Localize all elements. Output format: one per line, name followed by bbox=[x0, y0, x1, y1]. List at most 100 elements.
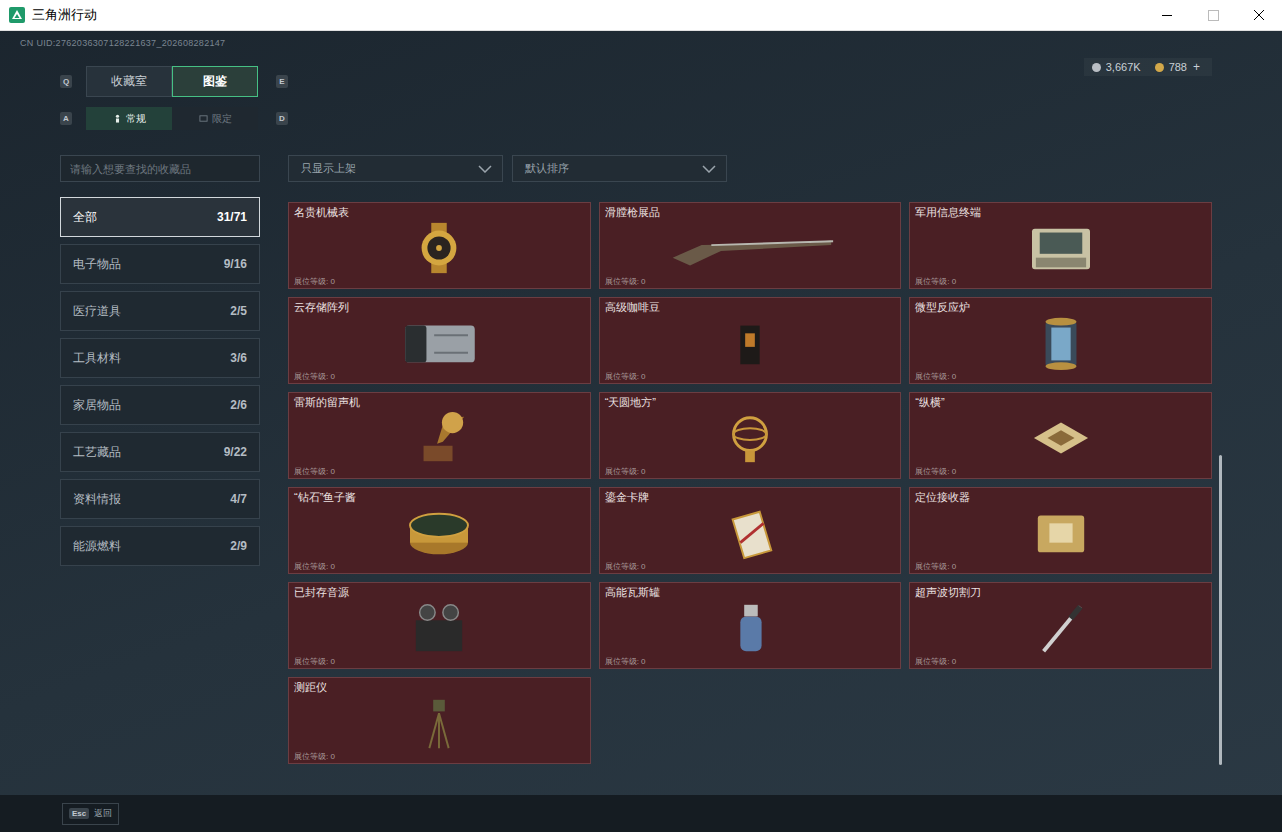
collectible-card[interactable]: 高级咖啡豆 展位等级: 0 bbox=[599, 297, 902, 384]
collectible-card[interactable]: “钻石”鱼子酱 展位等级: 0 bbox=[288, 487, 591, 574]
sub-tab[interactable]: 常规 bbox=[86, 107, 172, 130]
collection-screen: CN UID:2762036307128221637_202608282147 … bbox=[0, 31, 1282, 795]
title-bar: 三角洲行动 bbox=[0, 0, 1282, 31]
box-icon bbox=[199, 114, 208, 123]
main-tab[interactable]: 收藏室 bbox=[86, 66, 172, 97]
scrollbar[interactable] bbox=[1219, 455, 1222, 765]
item-name: 军用信息终端 bbox=[915, 205, 1206, 219]
category-item[interactable]: 工具材料 3/6 bbox=[60, 338, 260, 378]
item-image-icon bbox=[971, 599, 1151, 657]
search-input[interactable] bbox=[60, 155, 260, 182]
category-name: 医疗道具 bbox=[73, 303, 121, 320]
sub-tabs: 常规 限定 bbox=[86, 107, 258, 130]
uid-label: CN UID:2762036307128221637_202608282147 bbox=[20, 37, 1212, 49]
item-name: 鎏金卡牌 bbox=[605, 490, 896, 504]
category-count: 9/16 bbox=[224, 257, 247, 271]
main-tab[interactable]: 图鉴 bbox=[172, 66, 258, 97]
currency-bar: 3,667K 788 + bbox=[1084, 58, 1212, 76]
item-image-icon bbox=[971, 504, 1151, 562]
display-level: 展位等级: 0 bbox=[605, 372, 896, 382]
item-name: 名贵机械表 bbox=[294, 205, 585, 219]
display-level: 展位等级: 0 bbox=[915, 562, 1206, 572]
category-item[interactable]: 全部 31/71 bbox=[60, 197, 260, 237]
category-count: 31/71 bbox=[217, 210, 247, 224]
sub-tab[interactable]: 限定 bbox=[172, 107, 258, 130]
item-name: “钻石”鱼子酱 bbox=[294, 490, 585, 504]
collectible-card[interactable]: 雷斯的留声机 展位等级: 0 bbox=[288, 392, 591, 479]
filter-dropdown[interactable]: 只显示上架 bbox=[288, 155, 503, 182]
item-name: 云存储阵列 bbox=[294, 300, 585, 314]
maximize-icon[interactable] bbox=[1190, 0, 1236, 31]
currency-amount: 3,667K bbox=[1106, 61, 1141, 73]
close-icon[interactable] bbox=[1236, 0, 1282, 31]
category-name: 家居物品 bbox=[73, 397, 121, 414]
display-level: 展位等级: 0 bbox=[915, 372, 1206, 382]
app-logo-icon bbox=[9, 7, 25, 23]
collectible-card[interactable]: 已封存音源 展位等级: 0 bbox=[288, 582, 591, 669]
display-level: 展位等级: 0 bbox=[294, 372, 585, 382]
item-image-icon bbox=[349, 219, 529, 277]
category-name: 全部 bbox=[73, 209, 97, 226]
category-item[interactable]: 医疗道具 2/5 bbox=[60, 291, 260, 331]
item-image-icon bbox=[971, 409, 1151, 467]
category-name: 资料情报 bbox=[73, 491, 121, 508]
collectible-card[interactable]: 高能瓦斯罐 展位等级: 0 bbox=[599, 582, 902, 669]
collectible-card[interactable]: 微型反应炉 展位等级: 0 bbox=[909, 297, 1212, 384]
display-level: 展位等级: 0 bbox=[915, 467, 1206, 477]
collectible-card[interactable]: 名贵机械表 展位等级: 0 bbox=[288, 202, 591, 289]
display-level: 展位等级: 0 bbox=[605, 467, 896, 477]
item-image-icon bbox=[660, 599, 840, 657]
collectible-card[interactable]: 测距仪 展位等级: 0 bbox=[288, 677, 591, 764]
currency-amount: 788 bbox=[1169, 61, 1187, 73]
item-name: 测距仪 bbox=[294, 680, 585, 694]
display-level: 展位等级: 0 bbox=[605, 277, 896, 287]
display-level: 展位等级: 0 bbox=[605, 562, 896, 572]
item-image-icon bbox=[349, 314, 529, 372]
add-currency-button[interactable]: + bbox=[1193, 60, 1200, 74]
game-window: 三角洲行动 CN UID:2762036307128221637_2026082… bbox=[0, 0, 1282, 832]
item-image-icon bbox=[660, 314, 840, 372]
collectible-card[interactable]: 滑膛枪展品 展位等级: 0 bbox=[599, 202, 902, 289]
currency: 3,667K bbox=[1092, 61, 1141, 73]
item-image-icon bbox=[349, 409, 529, 467]
collectible-card[interactable]: 军用信息终端 展位等级: 0 bbox=[909, 202, 1212, 289]
item-name: 超声波切割刀 bbox=[915, 585, 1206, 599]
category-count: 3/6 bbox=[230, 351, 247, 365]
display-level: 展位等级: 0 bbox=[294, 657, 585, 667]
key-hint: D bbox=[276, 112, 288, 125]
item-name: “纵横” bbox=[915, 395, 1206, 409]
collectible-card[interactable]: 鎏金卡牌 展位等级: 0 bbox=[599, 487, 902, 574]
back-button[interactable]: Esc 返回 bbox=[62, 803, 119, 825]
item-name: 定位接收器 bbox=[915, 490, 1206, 504]
item-name: 微型反应炉 bbox=[915, 300, 1206, 314]
collectible-card[interactable]: “天圆地方” 展位等级: 0 bbox=[599, 392, 902, 479]
category-item[interactable]: 工艺藏品 9/22 bbox=[60, 432, 260, 472]
key-hint: Q bbox=[60, 75, 72, 88]
category-item[interactable]: 电子物品 9/16 bbox=[60, 244, 260, 284]
item-name: 高能瓦斯罐 bbox=[605, 585, 896, 599]
item-image-icon bbox=[971, 314, 1151, 372]
collectible-card[interactable]: “纵横” 展位等级: 0 bbox=[909, 392, 1212, 479]
category-count: 9/22 bbox=[224, 445, 247, 459]
category-name: 电子物品 bbox=[73, 256, 121, 273]
key-hint: A bbox=[60, 112, 72, 125]
window-title: 三角洲行动 bbox=[32, 6, 97, 24]
category-item[interactable]: 能源燃料 2/9 bbox=[60, 526, 260, 566]
category-item[interactable]: 家居物品 2/6 bbox=[60, 385, 260, 425]
collectible-card[interactable]: 定位接收器 展位等级: 0 bbox=[909, 487, 1212, 574]
minimize-icon[interactable] bbox=[1144, 0, 1190, 31]
item-image-icon bbox=[660, 409, 840, 467]
collectible-card[interactable]: 云存储阵列 展位等级: 0 bbox=[288, 297, 591, 384]
category-item[interactable]: 资料情报 4/7 bbox=[60, 479, 260, 519]
coin-icon bbox=[1092, 63, 1101, 72]
filter-dropdown[interactable]: 默认排序 bbox=[512, 155, 727, 182]
display-level: 展位等级: 0 bbox=[915, 657, 1206, 667]
display-level: 展位等级: 0 bbox=[294, 467, 585, 477]
item-name: “天圆地方” bbox=[605, 395, 896, 409]
item-image-icon bbox=[660, 219, 840, 277]
collectible-card[interactable]: 超声波切割刀 展位等级: 0 bbox=[909, 582, 1212, 669]
item-image-icon bbox=[660, 504, 840, 562]
figure-icon bbox=[113, 114, 122, 123]
display-level: 展位等级: 0 bbox=[294, 752, 585, 762]
item-image-icon bbox=[349, 504, 529, 562]
